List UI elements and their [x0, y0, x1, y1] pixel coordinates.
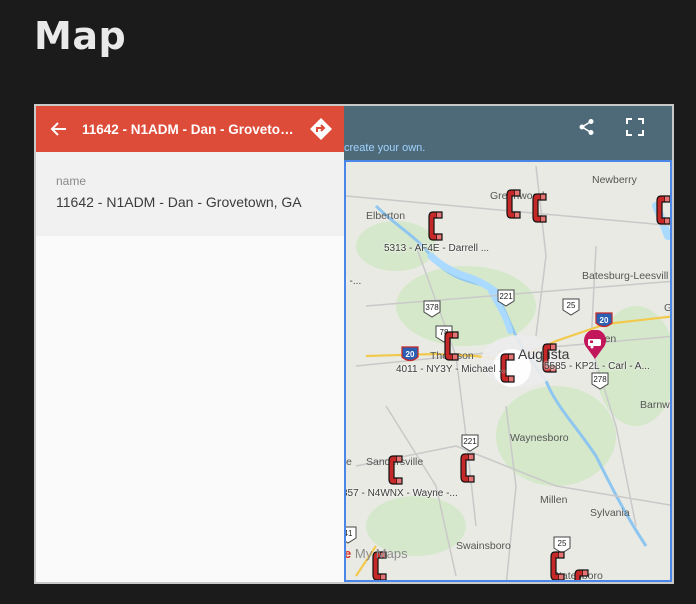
marker-label-fragment: I -... [344, 276, 362, 287]
place-swainsboro: Swainsboro [456, 540, 511, 552]
page-title: Map [34, 14, 127, 58]
map-embed: create your own. Greenwood Newberry Elbe… [34, 104, 674, 584]
phone-marker-icon[interactable] [532, 192, 550, 224]
field-value-name: 11642 - N1ADM - Dan - Grovetown, GA [56, 194, 302, 210]
marker-label-5313: 5313 - AF4E - Darrell ... [384, 243, 490, 254]
place-waynesboro: Waynesboro [510, 432, 569, 444]
phone-marker-icon[interactable] [460, 452, 478, 484]
place-batesburg: Batesburg-Leesvill [582, 270, 669, 282]
phone-marker-icon[interactable] [388, 454, 406, 486]
place-millen: Millen [540, 494, 568, 506]
interstate-20a-shield: 20 [594, 312, 614, 330]
phone-marker-icon[interactable] [444, 330, 462, 362]
place-newberry: Newberry [592, 174, 637, 186]
phone-marker-icon[interactable] [506, 188, 524, 220]
info-panel-header: 11642 - N1ADM - Dan - Grovetown, GA [36, 106, 344, 152]
marker-label-357: 357 - N4WNX - Wayne -... [342, 488, 458, 499]
route-25a-shield: 25 [561, 298, 581, 316]
back-button[interactable] [36, 106, 82, 152]
info-panel: 11642 - N1ADM - Dan - Grovetown, GA name… [36, 106, 344, 582]
directions-button[interactable] [298, 106, 344, 152]
info-panel-body: name 11642 - N1ADM - Dan - Grovetown, GA [36, 152, 344, 236]
fullscreen-button[interactable] [626, 118, 654, 146]
place-elberton: Elberton [366, 210, 406, 222]
marker-label-5585: 5585 - KP2L - Carl - A... [544, 361, 650, 372]
phone-marker-icon[interactable] [428, 210, 446, 242]
place-fragment-e: e [346, 456, 352, 468]
share-icon [579, 119, 594, 135]
camper-marker-icon[interactable] [582, 330, 608, 360]
directions-icon [310, 118, 332, 140]
marker-label-4011: 4011 - NY3Y - Michael ... [396, 364, 507, 375]
fullscreen-icon [626, 118, 644, 136]
info-panel-title: 11642 - N1ADM - Dan - Grovetown, GA [82, 121, 298, 137]
create-your-own-link[interactable]: create your own. [344, 142, 425, 154]
place-sylvania: Sylvania [590, 507, 630, 519]
field-label-name: name [56, 174, 87, 188]
place-barnwell: Barnw [640, 399, 670, 411]
route-221a-shield: 221 [496, 289, 516, 307]
route-221b-shield: 221 [460, 434, 480, 452]
my-maps-logo: e My Maps [344, 546, 408, 561]
phone-marker-icon[interactable] [550, 550, 568, 582]
route-278-shield: 278 [590, 372, 610, 390]
place-fragment-ga: Ga [664, 302, 673, 314]
share-button[interactable] [578, 118, 606, 146]
interstate-20b-shield: 20 [400, 346, 420, 364]
arrow-back-icon [50, 122, 66, 136]
route-378-shield: 378 [422, 300, 442, 318]
phone-marker-icon[interactable] [656, 194, 674, 226]
phone-marker-icon[interactable] [574, 568, 592, 584]
